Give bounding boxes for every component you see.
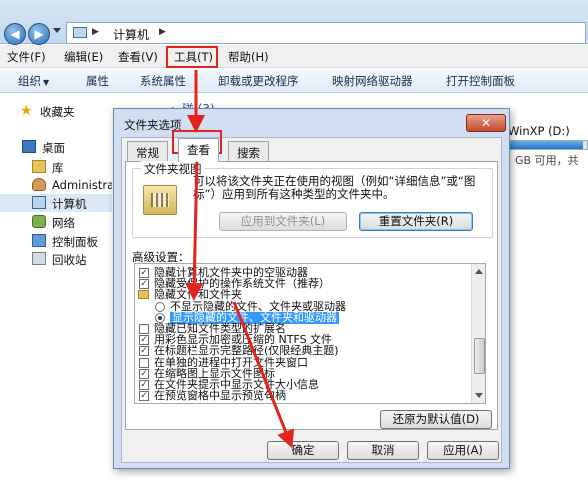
advanced-setting-row[interactable]: ✓ 在预览窗格中显示预览句柄: [135, 390, 465, 402]
computer-icon: [32, 196, 46, 209]
setting-checkbox[interactable]: ✓: [139, 335, 149, 346]
network-icon: [32, 215, 46, 228]
scroll-up-icon[interactable]: [475, 269, 483, 274]
address-arrow-icon[interactable]: ▶: [159, 27, 166, 37]
advanced-settings-list[interactable]: ✓ 隐藏计算机文件夹中的空驱动器 ✓ 隐藏受保护的操作系统文件（推荐） 隐藏文件和文件夹…: [134, 263, 486, 404]
drive-usage-fill: [509, 141, 583, 149]
computer-icon: [73, 27, 87, 38]
drive-usage-bar: [508, 140, 588, 150]
close-button[interactable]: ✕: [466, 114, 506, 132]
properties-button[interactable]: 属性: [86, 73, 109, 89]
menu-file[interactable]: 文件(F): [7, 49, 46, 65]
star-icon: ★: [20, 103, 33, 119]
setting-checkbox[interactable]: [139, 324, 149, 334]
sidebar-item-network[interactable]: 网络: [0, 213, 112, 231]
drive-d-label[interactable]: WinXP (D:): [508, 124, 570, 138]
apply-button[interactable]: 应用(A): [427, 441, 499, 460]
organize-button[interactable]: 组织 ▼: [18, 73, 49, 89]
folder-views-group: 文件夹视图 可以将该文件夹正在使用的视图（例如“详细信息”或“图标”）应用到所有…: [132, 161, 493, 238]
setting-label: 在预览窗格中显示预览句柄: [154, 389, 286, 403]
map-network-drive-button[interactable]: 映射网络驱动器: [332, 73, 413, 89]
dialog-body: 常规 查看 搜索 文件夹视图 可以将该文件夹正在使用的视图（例如“详细信息”或“…: [121, 137, 502, 463]
restore-defaults-button[interactable]: 还原为默认值(D): [380, 410, 492, 429]
address-location[interactable]: 计算机: [113, 26, 149, 43]
tab-search[interactable]: 搜索: [228, 141, 269, 161]
scroll-down-icon[interactable]: [475, 393, 483, 398]
menu-help[interactable]: 帮助(H): [228, 49, 269, 65]
menu-bar: 文件(F) 编辑(E) 查看(V) 工具(T) 帮助(H): [0, 45, 588, 68]
setting-checkbox[interactable]: ✓: [139, 391, 149, 402]
view-tab-panel: 文件夹视图 可以将该文件夹正在使用的视图（例如“详细信息”或“图标”）应用到所有…: [125, 161, 498, 430]
setting-radio[interactable]: [155, 301, 165, 312]
apply-to-folders-button[interactable]: 应用到文件夹(L): [219, 212, 347, 231]
cancel-button[interactable]: 取消: [347, 441, 419, 460]
navigation-pane: ★ 收藏夹 桌面 库 Administra 计算机 网络 控制面板 回收站: [0, 94, 114, 484]
sidebar-item-administrator[interactable]: Administra: [0, 176, 114, 194]
sidebar-item-desktop[interactable]: 桌面: [0, 138, 112, 156]
address-arrow-icon[interactable]: ▶: [92, 27, 99, 37]
user-icon: [32, 178, 46, 191]
command-bar: 组织 ▼ 属性 系统属性 卸载或更改程序 映射网络驱动器 打开控制面板: [0, 68, 588, 93]
back-button[interactable]: ◀: [4, 23, 26, 45]
tab-view[interactable]: 查看: [178, 138, 219, 162]
setting-checkbox[interactable]: ✓: [139, 279, 149, 290]
explorer-titlebar: ◀ ▶ ▶ 计算机 ▶: [0, 0, 588, 45]
reset-folders-button[interactable]: 重置文件夹(R): [359, 212, 473, 231]
setting-checkbox[interactable]: ✓: [139, 368, 149, 379]
advanced-settings-scrollbar[interactable]: [471, 264, 485, 403]
setting-checkbox[interactable]: [139, 357, 149, 368]
menu-edit[interactable]: 编辑(E): [64, 49, 103, 65]
sidebar-item-recycle-bin[interactable]: 回收站: [0, 250, 112, 268]
menu-view[interactable]: 查看(V): [118, 49, 158, 65]
sidebar-item-library[interactable]: 库: [0, 158, 112, 176]
scroll-thumb[interactable]: [474, 338, 485, 374]
folder-views-description: 可以将该文件夹正在使用的视图（例如“详细信息”或“图标”）应用到所有这种类型的文…: [193, 174, 476, 201]
ok-button[interactable]: 确定: [267, 441, 339, 460]
setting-checkbox[interactable]: ✓: [139, 380, 149, 390]
setting-checkbox[interactable]: ✓: [139, 268, 149, 278]
system-properties-button[interactable]: 系统属性: [140, 73, 186, 89]
address-bar[interactable]: ▶ 计算机 ▶: [66, 22, 586, 44]
recent-pages-dropdown[interactable]: [53, 28, 61, 33]
uninstall-program-button[interactable]: 卸载或更改程序: [218, 73, 299, 89]
folder-options-dialog: 文件夹选项 ✕ 常规 查看 搜索 文件夹视图 可以将该文件夹正在使用的视图（例如…: [113, 108, 510, 469]
recycle-bin-icon: [32, 252, 46, 265]
folder-icon: [138, 290, 149, 300]
setting-checkbox[interactable]: ✓: [139, 346, 149, 357]
sidebar-item-control-panel[interactable]: 控制面板: [0, 232, 112, 250]
sidebar-item-computer[interactable]: 计算机: [0, 194, 112, 212]
desktop-icon: [22, 140, 36, 153]
sidebar-item-favorites[interactable]: ★ 收藏夹: [0, 102, 112, 120]
chevron-down-icon: ▼: [43, 78, 50, 87]
library-icon: [32, 160, 46, 173]
open-control-panel-button[interactable]: 打开控制面板: [446, 73, 515, 89]
folder-view-icon: [143, 185, 177, 215]
control-panel-icon: [32, 234, 46, 247]
tools-menu-highlight: [166, 46, 218, 68]
drive-free-space: GB 可用，共: [515, 154, 579, 167]
tab-general[interactable]: 常规: [127, 141, 168, 161]
forward-button[interactable]: ▶: [28, 23, 50, 45]
